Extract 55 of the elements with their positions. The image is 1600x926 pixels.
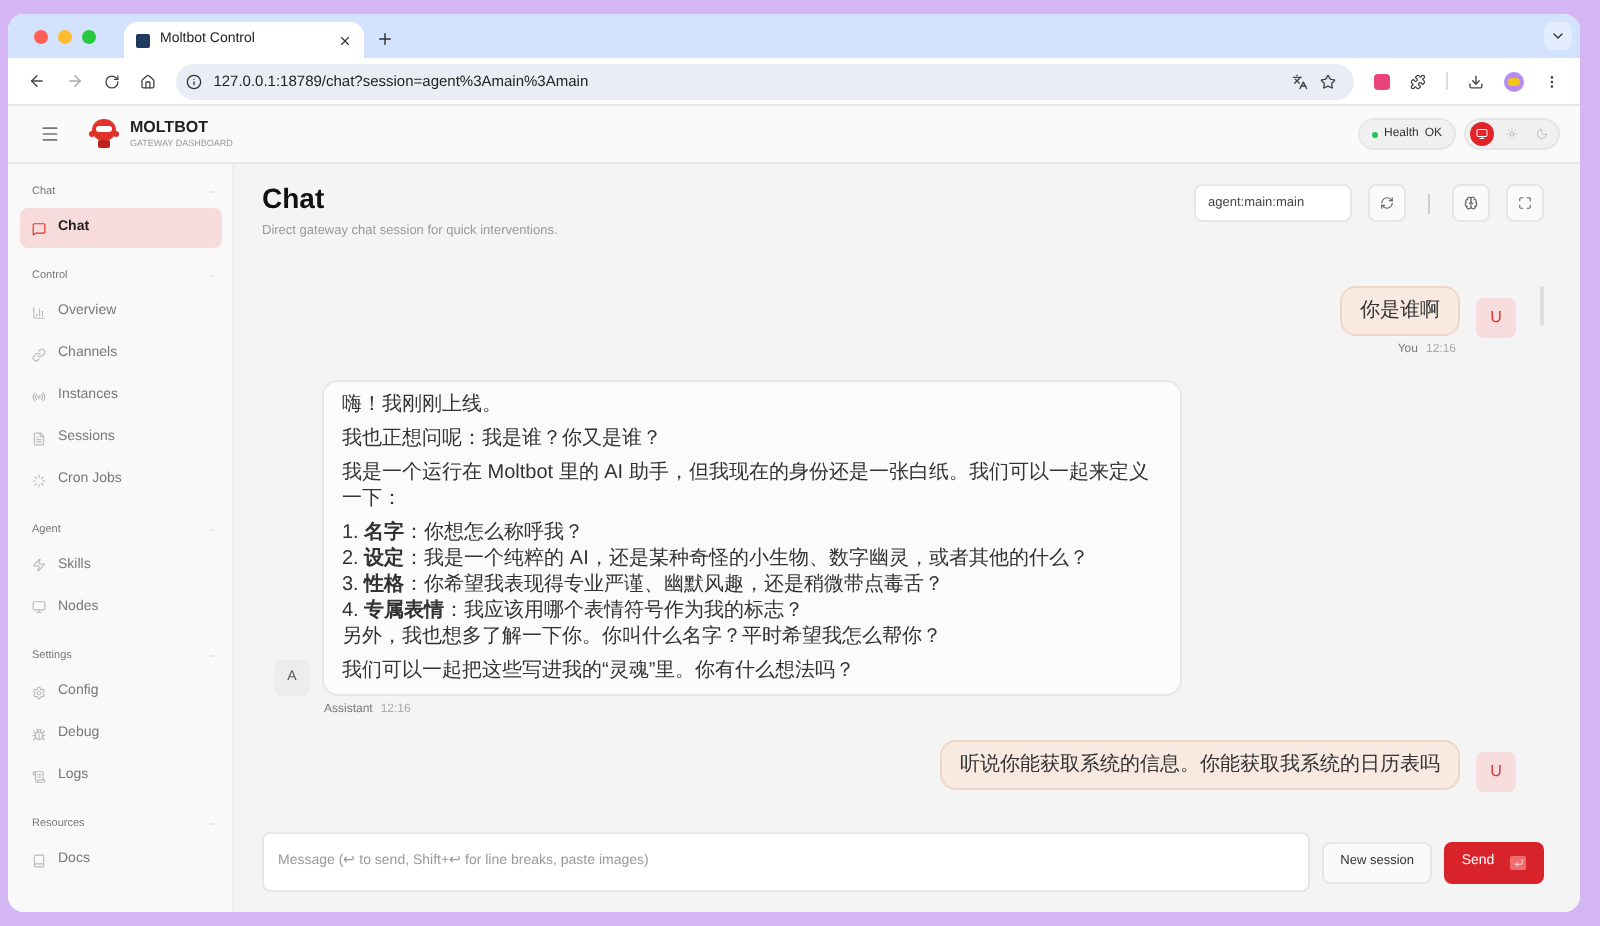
link-icon bbox=[32, 348, 46, 362]
loader-icon bbox=[32, 474, 46, 488]
profile-avatar[interactable] bbox=[1504, 71, 1525, 91]
user-avatar: U bbox=[1476, 751, 1516, 792]
moon-icon bbox=[1536, 128, 1548, 140]
message-bubble: 你是谁啊 bbox=[1340, 285, 1460, 336]
close-icon[interactable] bbox=[338, 33, 352, 47]
favicon-icon bbox=[136, 33, 150, 47]
maximize-icon bbox=[1518, 196, 1532, 210]
brain-icon bbox=[1464, 196, 1478, 210]
refresh-button[interactable] bbox=[1368, 184, 1406, 222]
chevron-down-icon bbox=[1550, 28, 1566, 44]
extension-icon[interactable] bbox=[1374, 73, 1391, 89]
settings-icon bbox=[32, 685, 46, 699]
chat-icon bbox=[32, 221, 46, 236]
logo-icon bbox=[88, 116, 120, 152]
brand-name: MOLTBOT bbox=[130, 119, 210, 136]
page-title: Chat bbox=[262, 180, 327, 216]
focus-button[interactable] bbox=[1506, 184, 1544, 222]
new-tab-icon[interactable] bbox=[376, 30, 394, 48]
sun-icon bbox=[1506, 128, 1518, 140]
monitor-icon bbox=[1476, 128, 1488, 140]
message-text: 2. 设定：我是一个纯粹的 AI，还是某种奇怪的小生物、数字幽灵，或者其他的什么？ bbox=[342, 545, 1091, 572]
bar-chart-icon bbox=[32, 306, 46, 320]
star-icon[interactable] bbox=[1320, 73, 1337, 89]
message-text: 嗨！我刚刚上线。 bbox=[342, 391, 504, 418]
back-icon[interactable] bbox=[28, 72, 46, 90]
menu-icon[interactable] bbox=[40, 124, 60, 144]
message-text: 1. 名字：你想怎么称呼我？ bbox=[342, 519, 587, 546]
bolt-icon bbox=[32, 558, 46, 573]
reload-icon[interactable] bbox=[103, 73, 120, 89]
book-icon bbox=[32, 853, 46, 868]
message-text: 3. 性格：你希望我表现得专业严谨、幽默风趣，还是稍微带点毒舌？ bbox=[342, 571, 947, 598]
info-icon[interactable] bbox=[185, 73, 202, 89]
download-icon[interactable] bbox=[1468, 73, 1485, 89]
tab-search-button[interactable] bbox=[1544, 22, 1572, 50]
monitor-icon bbox=[32, 600, 46, 615]
refresh-icon bbox=[1380, 196, 1394, 210]
theme-option[interactable] bbox=[1470, 122, 1494, 146]
puzzle-icon[interactable] bbox=[1410, 73, 1427, 89]
scroll-icon bbox=[32, 769, 46, 783]
message-text: 另外，我也想多了解一下你。你叫什么名字？平时希望我怎么帮你？ bbox=[342, 623, 944, 650]
message-text: 4. 专属表情：我应该用哪个表情符号作为我的标志？ bbox=[342, 597, 807, 624]
signal-icon bbox=[32, 390, 46, 404]
forward-icon[interactable] bbox=[65, 72, 84, 90]
message-bubble: 听说你能获取系统的信息。你能获取我系统的日历表吗 bbox=[940, 739, 1460, 790]
bug-icon bbox=[32, 727, 46, 741]
thinking-button[interactable] bbox=[1452, 184, 1490, 222]
message-text: 我是一个运行在 Moltbot 里的 AI 助手，但我现在的身份还是一张白纸。我们可以一起来定义一下： bbox=[342, 459, 1151, 512]
message-text: 我也正想问呢：我是谁？你又是谁？ bbox=[342, 425, 664, 452]
home-icon[interactable] bbox=[139, 73, 156, 89]
document-icon bbox=[32, 432, 46, 446]
translate-icon[interactable] bbox=[1292, 73, 1309, 89]
message-text: 我们可以一起把这些写进我的“灵魂”里。你有什么想法吗？ bbox=[342, 657, 858, 684]
user-avatar: U bbox=[1476, 297, 1516, 338]
